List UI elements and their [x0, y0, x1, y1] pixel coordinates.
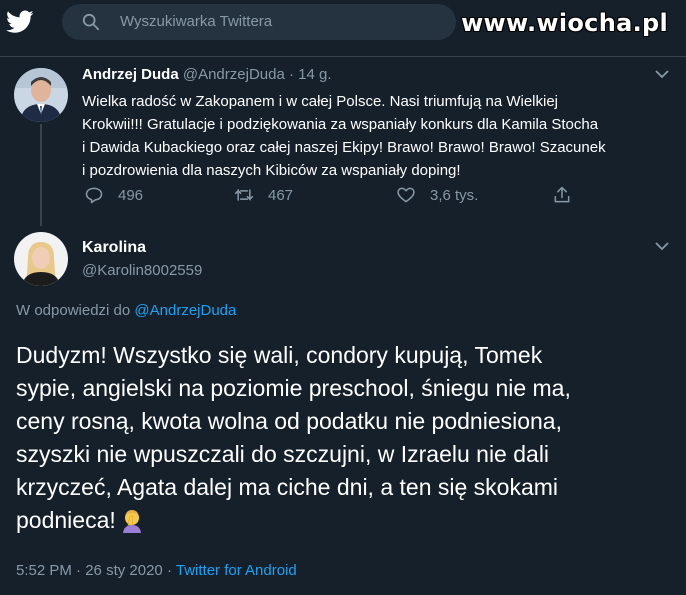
- retweet-count: 467: [268, 186, 294, 204]
- facepalm-emoji: [122, 510, 141, 533]
- tweet-line: i Dawida Kubackiego oraz całej naszej Ek…: [82, 139, 606, 156]
- share-icon: [554, 186, 570, 203]
- divider: [0, 56, 686, 57]
- tweet-time[interactable]: 14 g.: [298, 66, 331, 83]
- top-bar: Wyszukiwarka Twittera www.wiocha.pl: [0, 0, 686, 44]
- tweet-line: Dudyzm! Wszystko się wali, condory kupuj…: [16, 342, 543, 368]
- tweet-line: ceny rosną, kwota wolna od podatku nie p…: [16, 408, 562, 434]
- tweet1-text: Wielka radość w Zakopanem i w całej Pols…: [82, 90, 682, 182]
- search-placeholder: Wyszukiwarka Twittera: [120, 13, 273, 30]
- reply-context: W odpowiedzi do @AndrzejDuda: [16, 302, 236, 319]
- tweet-line: i pozdrowienia dla naszych Kibiców za ws…: [82, 162, 461, 179]
- separator: ·: [288, 66, 294, 83]
- tweet-line: Krokwii!!! Gratulacje i podziękowania za…: [82, 116, 599, 133]
- like-count: 3,6 tys.: [430, 186, 479, 204]
- reply-count: 496: [118, 186, 144, 204]
- retweet-icon: [234, 189, 254, 201]
- tweet-line: sypie, angielski na poziomie preschool, …: [16, 375, 571, 401]
- avatar-karolina[interactable]: [14, 232, 68, 286]
- tweet-line: Wielka radość w Zakopanem i w całej Pols…: [82, 93, 559, 110]
- avatar-andrzej-duda[interactable]: [14, 68, 68, 122]
- tweet1-actions: 496 467 3,6 tys.: [82, 185, 602, 211]
- tweet-line-last: podnieca!: [16, 504, 676, 537]
- author-handle[interactable]: @Karolin8002559: [82, 262, 202, 279]
- search-input[interactable]: Wyszukiwarka Twittera: [62, 4, 456, 40]
- thread-line: [40, 124, 42, 226]
- reply-button[interactable]: 496: [84, 185, 143, 205]
- tweet1-header: Andrzej Duda @AndrzejDuda · 14 g.: [82, 66, 332, 83]
- tweet-date[interactable]: 26 sty 2020: [85, 562, 163, 579]
- reply-icon: [85, 187, 103, 204]
- author-name[interactable]: Karolina: [82, 239, 146, 257]
- tweet-line: szyszki nie wpuszczali do szczujni, w Iz…: [16, 441, 550, 467]
- tweet-time[interactable]: 5:52 PM: [16, 562, 72, 579]
- like-button[interactable]: 3,6 tys.: [396, 185, 478, 205]
- tweet-line: krzyczeć, Agata dalej ma ciche dni, a te…: [16, 474, 559, 500]
- chevron-down-icon[interactable]: [654, 240, 670, 252]
- twitter-bird-icon[interactable]: [6, 10, 34, 34]
- separator: ·: [76, 562, 82, 579]
- share-button[interactable]: [552, 185, 586, 205]
- author-handle[interactable]: @AndrzejDuda: [183, 66, 285, 83]
- tweet-source-link[interactable]: Twitter for Android: [176, 562, 297, 579]
- reply-handle-link[interactable]: @AndrzejDuda: [134, 302, 236, 319]
- watermark: www.wiocha.pl: [461, 9, 668, 37]
- reply-prefix: W odpowiedzi do: [16, 302, 131, 319]
- search-icon: [82, 13, 100, 31]
- author-name[interactable]: Andrzej Duda: [82, 66, 179, 83]
- retweet-button[interactable]: 467: [234, 185, 293, 205]
- tweet2-text: Dudyzm! Wszystko się wali, condory kupuj…: [16, 339, 676, 537]
- tweet2-meta: 5:52 PM · 26 sty 2020 · Twitter for Andr…: [16, 562, 297, 579]
- like-icon: [397, 187, 415, 203]
- tweet-line: podnieca!: [16, 507, 116, 533]
- separator: ·: [166, 562, 172, 579]
- chevron-down-icon[interactable]: [654, 68, 670, 80]
